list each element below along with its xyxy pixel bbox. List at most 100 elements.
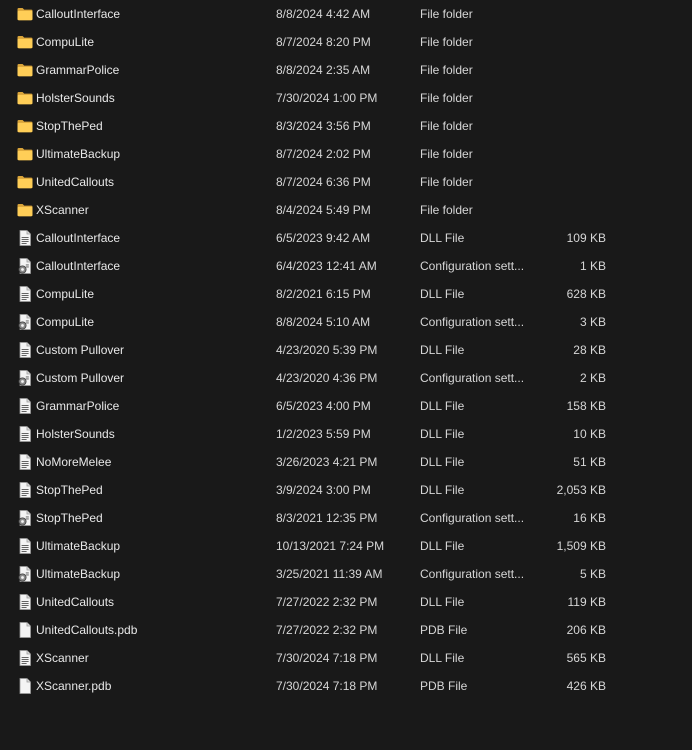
name-cell[interactable]: XScanner <box>16 196 256 224</box>
file-row[interactable]: UnitedCallouts.pdb 7/27/2022 2:32 PM PDB F… <box>0 616 692 644</box>
file-row[interactable]: UltimateBackup 8/7/2024 2:02 PM File folde… <box>0 140 692 168</box>
name-cell[interactable]: HolsterSounds <box>16 84 256 112</box>
file-size: 2,053 KB <box>556 483 606 497</box>
file-type: DLL File <box>420 427 465 441</box>
name-cell[interactable]: UltimateBackup <box>16 140 256 168</box>
name-cell[interactable]: XScanner <box>16 644 256 672</box>
file-row[interactable]: Custom Pullover 4/23/2020 5:39 PM DLL File… <box>0 336 692 364</box>
file-name: UltimateBackup <box>36 147 121 161</box>
file-size <box>530 140 606 168</box>
file-row[interactable]: XScanner 8/4/2024 5:49 PM File folder <box>0 196 692 224</box>
name-cell[interactable]: UltimateBackup <box>16 532 256 560</box>
file-name: StopThePed <box>36 483 103 497</box>
date-modified: 8/7/2024 6:36 PM <box>276 175 371 189</box>
name-cell[interactable]: CalloutInterface <box>16 224 256 252</box>
folder-icon <box>16 5 34 23</box>
file-size: 158 KB <box>566 399 606 413</box>
folder-icon <box>16 33 34 51</box>
file-size: 2 KB <box>579 371 606 385</box>
file-row[interactable]: GrammarPolice 8/8/2024 2:35 AM File folder <box>0 56 692 84</box>
name-cell[interactable]: StopThePed <box>16 112 256 140</box>
file-row[interactable]: CalloutInterface 6/5/2023 9:42 AM DLL File… <box>0 224 692 252</box>
file-type: File folder <box>420 119 473 133</box>
config-file-icon <box>16 369 34 387</box>
file-type: Configuration sett... <box>420 511 525 525</box>
file-row[interactable]: NoMoreMelee 3/26/2023 4:21 PM DLL File 51 K… <box>0 448 692 476</box>
file-name: XScanner <box>36 203 89 217</box>
dll-file-icon <box>16 649 34 667</box>
name-cell[interactable]: XScanner.pdb <box>16 672 256 700</box>
name-cell[interactable]: Custom Pullover <box>16 364 256 392</box>
file-row[interactable]: UltimateBackup 3/25/2021 11:39 AM Configur… <box>0 560 692 588</box>
file-type: File folder <box>420 7 473 21</box>
file-name: Custom Pullover <box>36 371 125 385</box>
date-modified: 1/2/2023 5:59 PM <box>276 427 371 441</box>
folder-icon <box>16 61 34 79</box>
file-row[interactable]: XScanner.pdb 7/30/2024 7:18 PM PDB File 426… <box>0 672 692 700</box>
file-list: CalloutInterface 8/8/2024 4:42 AM File fol… <box>0 0 692 750</box>
dll-file-icon <box>16 453 34 471</box>
name-cell[interactable]: CompuLite <box>16 308 256 336</box>
file-row[interactable]: CalloutInterface 8/8/2024 4:42 AM File fol… <box>0 0 692 28</box>
file-row[interactable]: StopThePed 3/9/2024 3:00 PM DLL File 2,053 … <box>0 476 692 504</box>
config-file-icon <box>16 565 34 583</box>
file-size: 119 KB <box>567 595 606 609</box>
date-modified: 7/30/2024 7:18 PM <box>276 651 378 665</box>
name-cell[interactable]: NoMoreMelee <box>16 448 256 476</box>
file-type: PDB File <box>420 623 468 637</box>
file-row[interactable]: StopThePed 8/3/2024 3:56 PM File folder <box>0 112 692 140</box>
date-modified: 6/5/2023 4:00 PM <box>276 399 371 413</box>
file-row[interactable]: CompuLite 8/7/2024 8:20 PM File folder <box>0 28 692 56</box>
name-cell[interactable]: UltimateBackup <box>16 560 256 588</box>
date-modified: 6/5/2023 9:42 AM <box>276 231 371 245</box>
file-row[interactable]: HolsterSounds 7/30/2024 1:00 PM File folde… <box>0 84 692 112</box>
name-cell[interactable]: GrammarPolice <box>16 392 256 420</box>
file-name: UnitedCallouts <box>36 175 115 189</box>
file-row[interactable]: HolsterSounds 1/2/2023 5:59 PM DLL File 10 … <box>0 420 692 448</box>
file-row[interactable]: CalloutInterface 6/4/2023 12:41 AM Configu… <box>0 252 692 280</box>
file-name: CompuLite <box>36 35 95 49</box>
name-cell[interactable]: StopThePed <box>16 476 256 504</box>
file-row[interactable]: CompuLite 8/8/2024 5:10 AM Configuration s… <box>0 308 692 336</box>
file-size <box>530 84 606 112</box>
name-cell[interactable]: StopThePed <box>16 504 256 532</box>
file-name: UnitedCallouts.pdb <box>36 623 138 637</box>
name-cell[interactable]: CompuLite <box>16 28 256 56</box>
file-name: XScanner <box>36 651 89 665</box>
name-cell[interactable]: UnitedCallouts <box>16 168 256 196</box>
name-cell[interactable]: UnitedCallouts.pdb <box>16 616 256 644</box>
file-name: GrammarPolice <box>36 399 120 413</box>
file-type: Configuration sett... <box>420 259 525 273</box>
file-size <box>530 0 606 28</box>
file-name: NoMoreMelee <box>36 455 112 469</box>
date-modified: 7/27/2022 2:32 PM <box>276 623 378 637</box>
file-row[interactable]: UltimateBackup 10/13/2021 7:24 PM DLL File… <box>0 532 692 560</box>
file-row[interactable]: GrammarPolice 6/5/2023 4:00 PM DLL File 158… <box>0 392 692 420</box>
file-size <box>530 196 606 224</box>
file-row[interactable]: Custom Pullover 4/23/2020 4:36 PM Configur… <box>0 364 692 392</box>
folder-icon <box>16 89 34 107</box>
file-size: 1,509 KB <box>556 539 606 553</box>
file-size <box>530 56 606 84</box>
name-cell[interactable]: CompuLite <box>16 280 256 308</box>
name-cell[interactable]: UnitedCallouts <box>16 588 256 616</box>
dll-file-icon <box>16 425 34 443</box>
name-cell[interactable]: GrammarPolice <box>16 56 256 84</box>
file-name: CalloutInterface <box>36 7 121 21</box>
dll-file-icon <box>16 285 34 303</box>
file-name: CalloutInterface <box>36 231 121 245</box>
config-file-icon <box>16 509 34 527</box>
file-row[interactable]: StopThePed 8/3/2021 12:35 PM Configuration… <box>0 504 692 532</box>
file-row[interactable]: UnitedCallouts 8/7/2024 6:36 PM File folde… <box>0 168 692 196</box>
name-cell[interactable]: CalloutInterface <box>16 0 256 28</box>
file-row[interactable]: XScanner 7/30/2024 7:18 PM DLL File 565 KB <box>0 644 692 672</box>
file-size: 28 KB <box>573 343 606 357</box>
name-cell[interactable]: Custom Pullover <box>16 336 256 364</box>
name-cell[interactable]: HolsterSounds <box>16 420 256 448</box>
file-name: CalloutInterface <box>36 259 121 273</box>
file-row[interactable]: CompuLite 8/2/2021 6:15 PM DLL File 628 KB <box>0 280 692 308</box>
file-size: 109 KB <box>566 231 606 245</box>
date-modified: 3/26/2023 4:21 PM <box>276 455 378 469</box>
file-row[interactable]: UnitedCallouts 7/27/2022 2:32 PM DLL File 1… <box>0 588 692 616</box>
name-cell[interactable]: CalloutInterface <box>16 252 256 280</box>
